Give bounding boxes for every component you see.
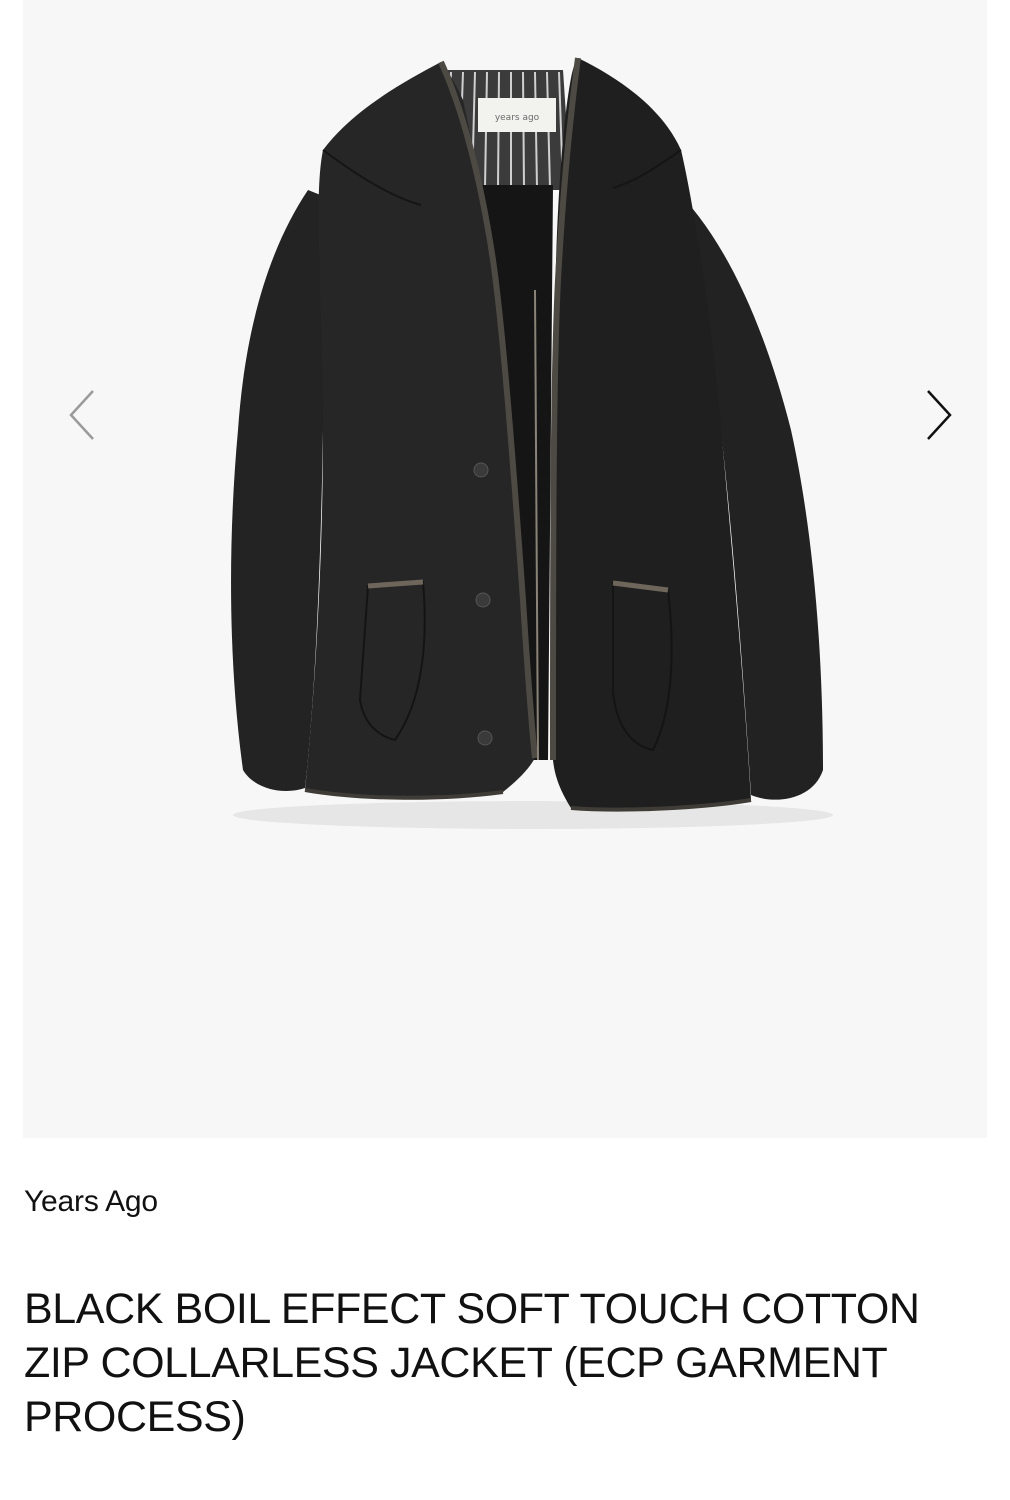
chevron-left-icon	[69, 390, 94, 440]
product-image: years ago	[231, 57, 833, 829]
garment-label: years ago	[495, 113, 540, 123]
product-title: BLACK BOIL EFFECT SOFT TOUCH COTTON ZIP …	[24, 1285, 920, 1441]
next-image-button[interactable]	[908, 385, 968, 445]
chevron-right-icon	[927, 390, 952, 440]
brand-link[interactable]: Years Ago	[24, 1184, 158, 1220]
product-image-gallery[interactable]: years ago	[23, 0, 987, 1138]
previous-image-button[interactable]	[53, 385, 113, 445]
